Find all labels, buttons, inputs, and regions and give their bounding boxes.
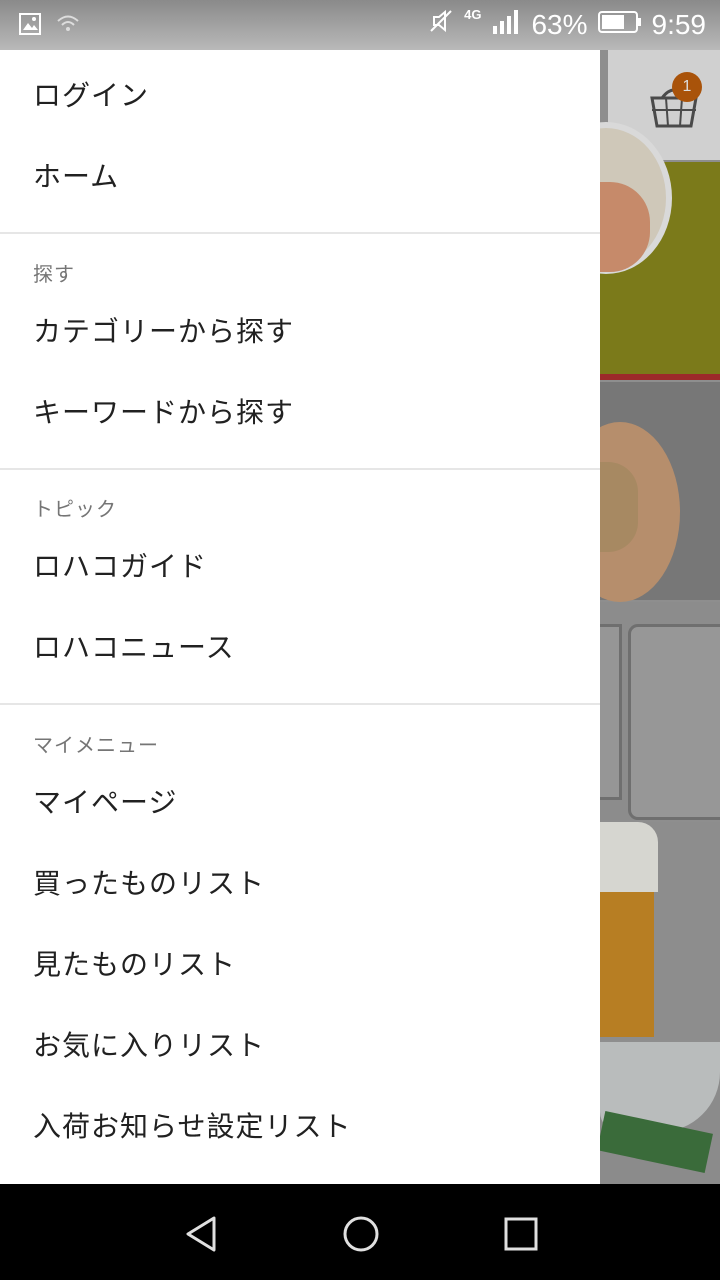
drawer-item-keyword-search[interactable]: キーワードから探す (33, 391, 294, 431)
product-image[interactable] (597, 1042, 720, 1184)
product-image[interactable] (580, 602, 720, 820)
home-icon[interactable] (341, 1214, 381, 1254)
mute-icon (428, 8, 454, 41)
drawer-item-lohaco-guide[interactable]: ロハコガイド (33, 545, 207, 585)
divider (0, 703, 600, 705)
section-label-topic: トピック (33, 497, 117, 521)
drawer-item-my-page[interactable]: マイページ (33, 781, 177, 821)
battery-percent: 63% (531, 8, 588, 40)
image-notification-icon (18, 12, 42, 41)
battery-icon (597, 9, 642, 41)
back-icon[interactable] (182, 1214, 222, 1254)
drawer-item-home[interactable]: ホーム (33, 155, 119, 195)
drawer-item-login[interactable]: ログイン (33, 74, 149, 114)
navigation-drawer: ログイン ホーム 探す カテゴリーから探す キーワードから探す トピック ロハコ… (0, 50, 600, 1184)
drawer-item-lohaco-news[interactable]: ロハコニュース (33, 626, 235, 666)
drawer-item-favorites-list[interactable]: お気に入りリスト (33, 1024, 265, 1064)
network-type: 4G (464, 7, 482, 22)
section-label-my-menu: マイメニュー (33, 733, 159, 757)
divider (0, 232, 600, 234)
wifi-icon (56, 14, 80, 39)
drawer-item-viewed-list[interactable]: 見たものリスト (33, 943, 236, 983)
section-label-search: 探す (33, 262, 75, 286)
signal-icon (491, 8, 521, 41)
cart-count-badge: 1 (672, 72, 702, 102)
clock: 9:59 (651, 8, 707, 40)
product-image[interactable] (560, 382, 720, 602)
recents-icon[interactable] (501, 1214, 541, 1254)
drawer-item-restock-notification-list[interactable]: 入荷お知らせ設定リスト (33, 1105, 351, 1145)
drawer-item-category-search[interactable]: カテゴリーから探す (33, 310, 294, 350)
divider (0, 468, 600, 470)
drawer-item-purchased-list[interactable]: 買ったものリスト (33, 862, 265, 902)
system-navigation-bar (0, 1184, 720, 1280)
product-image[interactable] (600, 822, 720, 1040)
product-image[interactable] (540, 122, 720, 380)
status-bar: 4G 63% 9:59 (0, 0, 720, 50)
